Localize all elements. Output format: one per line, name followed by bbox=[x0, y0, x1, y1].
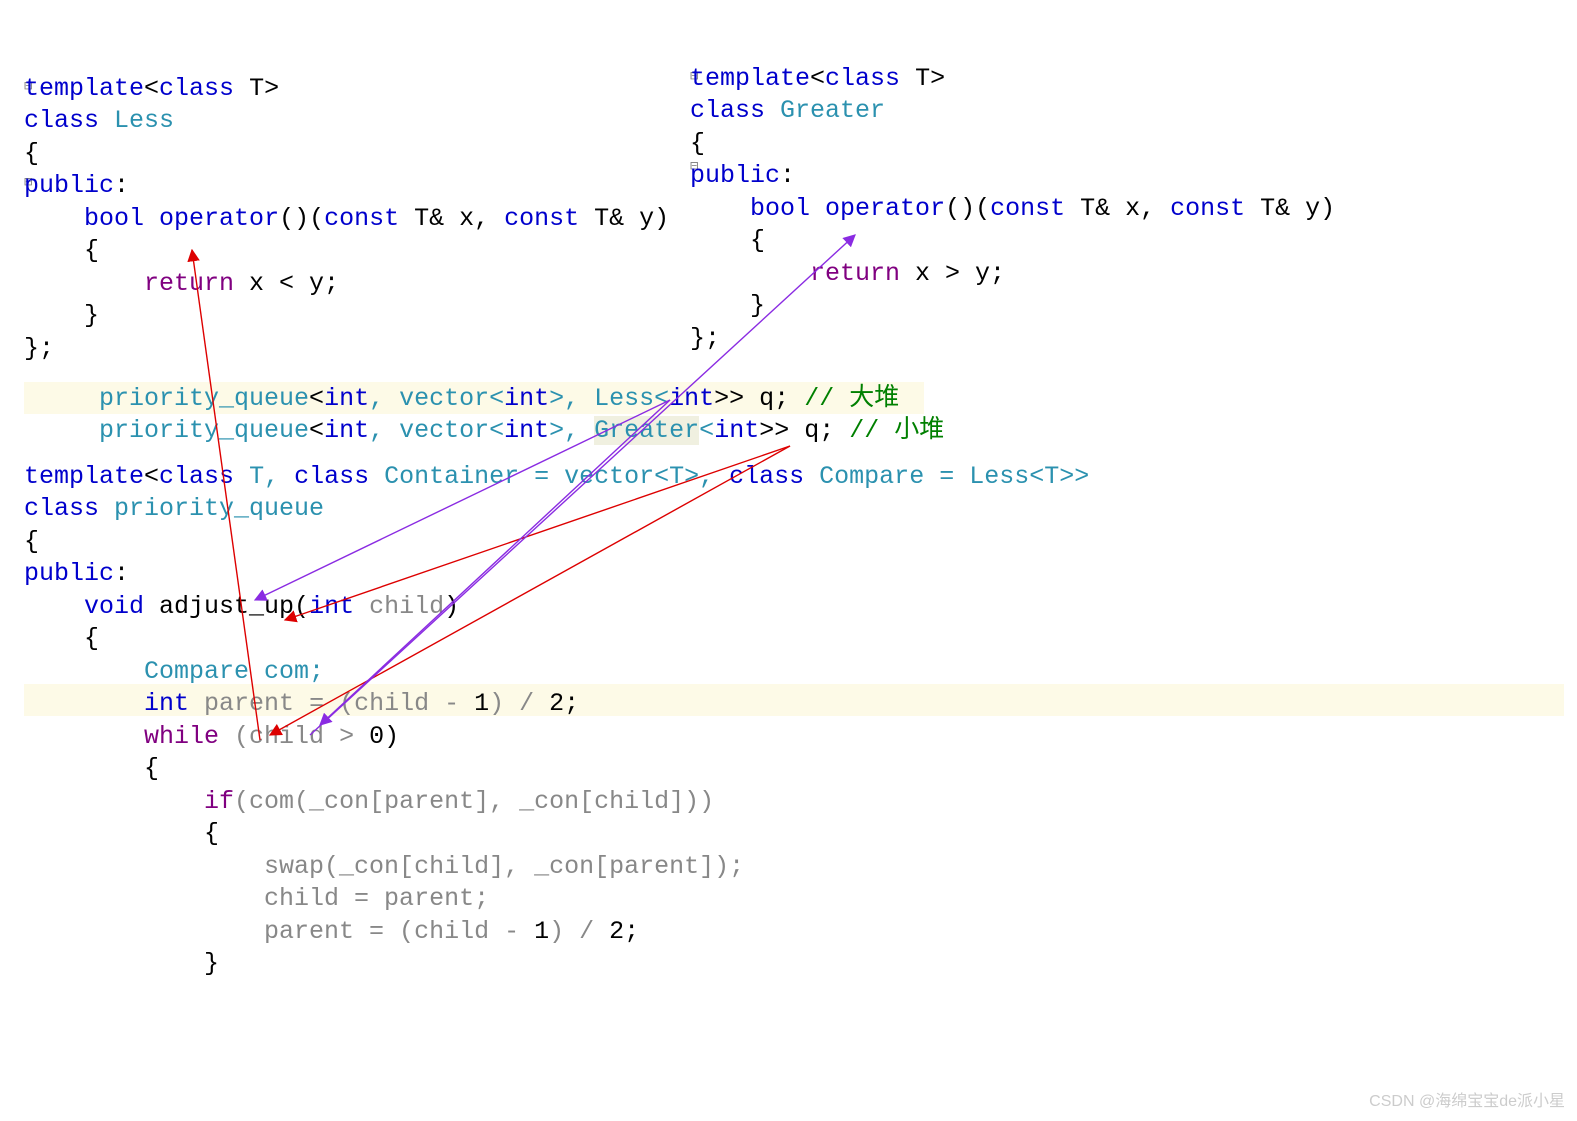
code-block-priority-queue: template<class T, class Container = vect… bbox=[24, 428, 1089, 981]
watermark: CSDN @海绵宝宝de派小星 bbox=[1369, 1092, 1565, 1113]
code-block-less: template<class T> class Less { public: b… bbox=[24, 40, 669, 365]
code-block-greater: template<class T> class Greater { public… bbox=[690, 30, 1335, 355]
kw-template: template bbox=[24, 74, 144, 103]
